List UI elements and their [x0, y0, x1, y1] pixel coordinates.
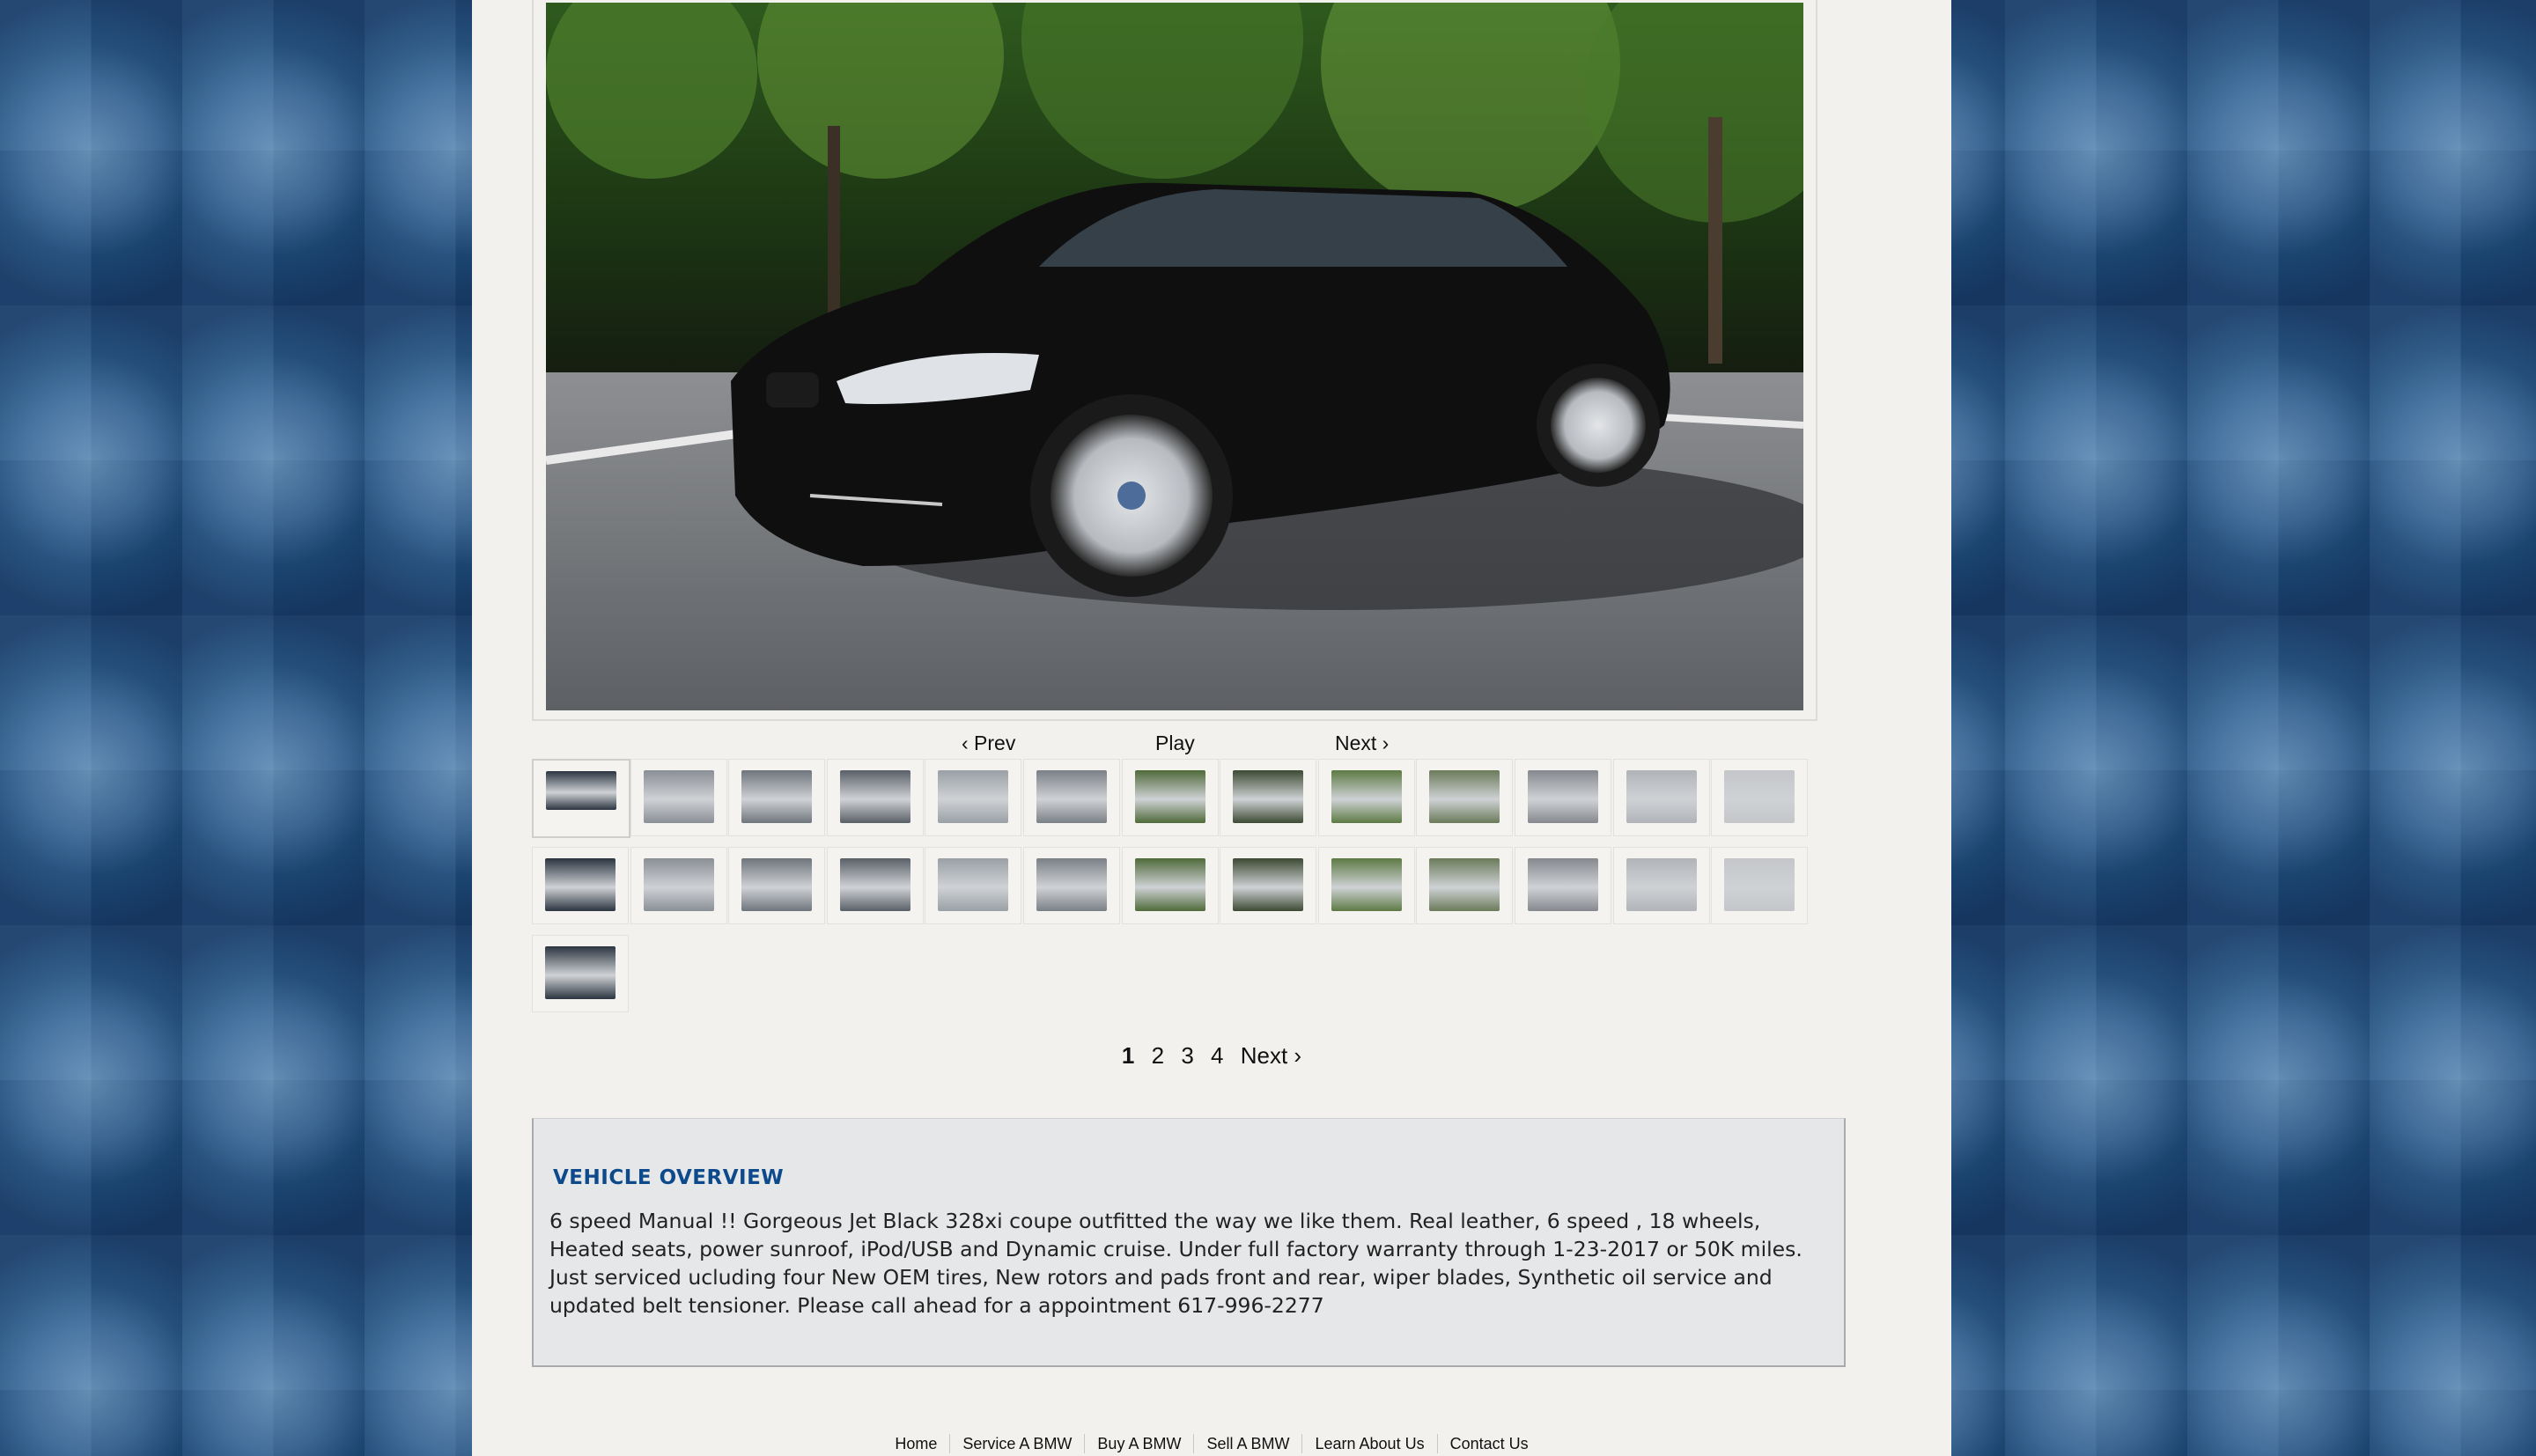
thumbnail-image-icon	[1429, 770, 1500, 823]
thumbnail-image-icon	[1331, 858, 1402, 911]
thumbnail-image-icon	[1233, 770, 1304, 823]
thumbnail-image-icon	[1429, 858, 1500, 911]
photo-thumbnail[interactable]	[728, 847, 826, 924]
pagination: 1 2 3 4 Next ›	[472, 1042, 1951, 1072]
thumbnail-image-icon	[1134, 858, 1205, 911]
thumbnail-image-icon	[643, 858, 714, 911]
page-link-2[interactable]: 2	[1152, 1042, 1164, 1070]
vehicle-overview-title: VEHICLE OVERVIEW	[553, 1166, 785, 1189]
play-slideshow-link[interactable]: Play	[1155, 732, 1195, 755]
photo-thumbnail[interactable]	[532, 847, 629, 924]
prev-photo-link[interactable]: ‹ Prev	[962, 732, 1015, 755]
photo-thumbnail[interactable]	[1317, 759, 1415, 836]
photo-thumbnail[interactable]	[1220, 759, 1317, 836]
photo-thumbnail[interactable]	[1711, 847, 1809, 924]
footer-link-buy[interactable]: Buy A BMW	[1084, 1434, 1193, 1453]
car-photo-icon	[546, 3, 1803, 710]
thumbnail-image-icon	[545, 946, 616, 999]
thumbnail-image-icon	[741, 770, 813, 823]
photo-thumbnail[interactable]	[532, 759, 630, 838]
photo-thumbnail[interactable]	[826, 847, 924, 924]
photo-thumbnail[interactable]	[1515, 759, 1611, 836]
photo-thumbnail[interactable]	[630, 847, 727, 924]
photo-thumbnail[interactable]	[1023, 759, 1120, 836]
thumbnail-image-icon	[839, 770, 910, 823]
footer-link-about[interactable]: Learn About Us	[1301, 1434, 1436, 1453]
photo-thumbnail[interactable]	[826, 759, 924, 836]
photo-thumbnail[interactable]	[1220, 847, 1317, 924]
thumbnail-image-icon	[1528, 858, 1598, 911]
photo-frame	[532, 0, 1817, 721]
thumbnail-image-icon	[839, 858, 910, 911]
photo-thumbnail[interactable]	[925, 759, 1022, 836]
thumbnail-image-icon	[1036, 770, 1107, 823]
gallery-controls: ‹ Prev Play Next ›	[472, 732, 1951, 758]
photo-thumbnail[interactable]	[1711, 759, 1809, 836]
thumbnail-image-icon	[1626, 858, 1697, 911]
vehicle-overview-text: 6 speed Manual !! Gorgeous Jet Black 328…	[549, 1209, 1802, 1318]
thumbnail-image-icon	[938, 858, 1009, 911]
thumbnail-image-icon	[1233, 858, 1304, 911]
content-column: ‹ Prev Play Next › 1 2 3 4 Next › VEHICL…	[472, 0, 1951, 1456]
main-car-photo[interactable]	[546, 3, 1803, 710]
photo-thumbnail[interactable]	[1121, 759, 1219, 836]
thumbnail-image-icon	[1134, 770, 1205, 823]
photo-thumbnail[interactable]	[1515, 847, 1611, 924]
thumbnail-image-icon	[1626, 770, 1697, 823]
page-link-4[interactable]: 4	[1211, 1042, 1223, 1070]
thumbnail-image-icon	[1724, 770, 1795, 823]
photo-thumbnail[interactable]	[1416, 759, 1514, 836]
photo-thumbnail[interactable]	[1612, 847, 1710, 924]
footer-link-service[interactable]: Service A BMW	[949, 1434, 1084, 1453]
photo-thumbnail[interactable]	[1317, 847, 1415, 924]
thumbnail-image-icon	[741, 858, 813, 911]
footer-link-sell[interactable]: Sell A BMW	[1193, 1434, 1301, 1453]
thumbnail-image-icon	[545, 858, 616, 911]
footer-link-contact[interactable]: Contact Us	[1436, 1434, 1541, 1453]
thumbnail-image-icon	[1528, 770, 1598, 823]
thumbnail-image-icon	[546, 771, 616, 810]
thumbnail-image-icon	[1724, 858, 1795, 911]
photo-thumbnail[interactable]	[1121, 847, 1219, 924]
next-photo-link[interactable]: Next ›	[1335, 732, 1389, 755]
page-next-link[interactable]: Next ›	[1241, 1042, 1301, 1070]
thumbnail-image-icon	[938, 770, 1009, 823]
page-link-1[interactable]: 1	[1122, 1042, 1134, 1070]
vehicle-overview-panel: VEHICLE OVERVIEW 6 speed Manual !! Gorge…	[532, 1118, 1846, 1367]
photo-thumbnail[interactable]	[630, 759, 727, 836]
footer-link-home[interactable]: Home	[882, 1434, 949, 1453]
thumbnail-image-icon	[643, 770, 714, 823]
page-link-3[interactable]: 3	[1181, 1042, 1193, 1070]
photo-thumbnail[interactable]	[1612, 759, 1710, 836]
footer-nav: Home Service A BMW Buy A BMW Sell A BMW Lear…	[472, 1434, 1951, 1453]
photo-thumbnail[interactable]	[1416, 847, 1514, 924]
thumbnail-image-icon	[1036, 858, 1107, 911]
photo-thumbnail[interactable]	[925, 847, 1022, 924]
photo-thumbnail[interactable]	[1023, 847, 1120, 924]
photo-thumbnail[interactable]	[728, 759, 826, 836]
photo-thumbnail[interactable]	[532, 935, 629, 1012]
thumbnail-image-icon	[1331, 770, 1402, 823]
